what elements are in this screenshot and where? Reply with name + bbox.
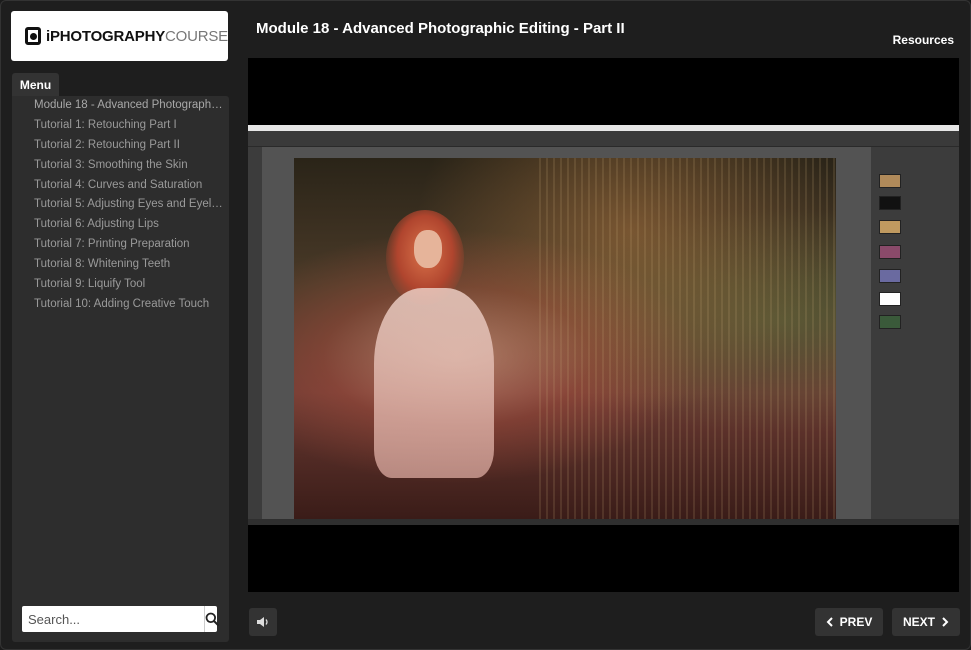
- menu-item-tutorial-7[interactable]: Tutorial 7: Printing Preparation: [12, 235, 229, 255]
- menu-item-tutorial-3[interactable]: Tutorial 3: Smoothing the Skin: [12, 156, 229, 176]
- menu-item-tutorial-9[interactable]: Tutorial 9: Liquify Tool: [12, 275, 229, 295]
- chevron-right-icon: [942, 617, 949, 627]
- logo-text-primary: iPHOTOGRAPHY: [46, 27, 166, 45]
- app-window: iPHOTOGRAPHY COURSE Module 18 - Advanced…: [0, 0, 971, 650]
- menu-item-tutorial-10[interactable]: Tutorial 10: Adding Creative Touch: [12, 295, 229, 315]
- prev-button[interactable]: PREV: [815, 608, 883, 636]
- page-title: Module 18 - Advanced Photographic Editin…: [256, 20, 625, 37]
- photo-subject-dress: [374, 288, 494, 478]
- prev-label: PREV: [839, 615, 873, 629]
- search-input[interactable]: [22, 606, 204, 632]
- video-frame: [248, 125, 959, 525]
- editor-layers-panel: [871, 147, 959, 519]
- menu-item-tutorial-1[interactable]: Tutorial 1: Retouching Part I: [12, 116, 229, 136]
- menu-item-tutorial-6[interactable]: Tutorial 6: Adjusting Lips: [12, 215, 229, 235]
- menu-item-tutorial-2[interactable]: Tutorial 2: Retouching Part II: [12, 136, 229, 156]
- menu-list: Module 18 - Advanced Photographic Editin…: [12, 96, 229, 315]
- speaker-icon: [257, 617, 268, 627]
- camera-logo-icon: [25, 27, 41, 45]
- menu-item-tutorial-8[interactable]: Tutorial 8: Whitening Teeth: [12, 255, 229, 275]
- audio-button[interactable]: [249, 608, 277, 636]
- logo-text-secondary: COURSE: [165, 27, 228, 45]
- chevron-left-icon: [826, 617, 833, 627]
- layer-thumbnail: [879, 292, 901, 306]
- video-player[interactable]: [248, 58, 959, 592]
- search-button[interactable]: [204, 606, 219, 632]
- menu-item-tutorial-4[interactable]: Tutorial 4: Curves and Saturation: [12, 176, 229, 196]
- menu-item-module-18[interactable]: Module 18 - Advanced Photographic Editin…: [12, 96, 229, 116]
- photo-fence: [539, 158, 836, 519]
- photo-subject-face: [414, 230, 442, 268]
- layer-thumbnail: [879, 196, 901, 210]
- search-box: [22, 606, 219, 632]
- course-logo[interactable]: iPHOTOGRAPHY COURSE: [11, 11, 228, 61]
- sidebar: Module 18 - Advanced Photographic Editin…: [12, 96, 229, 642]
- search-icon: [205, 612, 219, 626]
- menu-item-tutorial-5[interactable]: Tutorial 5: Adjusting Eyes and Eyelashes: [12, 195, 229, 215]
- menu-tab[interactable]: Menu: [12, 73, 59, 96]
- resources-link[interactable]: Resources: [893, 33, 954, 47]
- video-photo: [294, 158, 836, 519]
- layer-thumbnail: [879, 245, 901, 259]
- next-button[interactable]: NEXT: [892, 608, 960, 636]
- layer-thumbnail: [879, 315, 901, 329]
- editor-statusbar: [248, 519, 959, 525]
- editor-toolbar: [248, 131, 959, 147]
- layer-thumbnail: [879, 220, 901, 234]
- layer-thumbnail: [879, 174, 901, 188]
- layer-thumbnail: [879, 269, 901, 283]
- editor-tools-panel: [248, 147, 262, 519]
- next-label: NEXT: [902, 615, 935, 629]
